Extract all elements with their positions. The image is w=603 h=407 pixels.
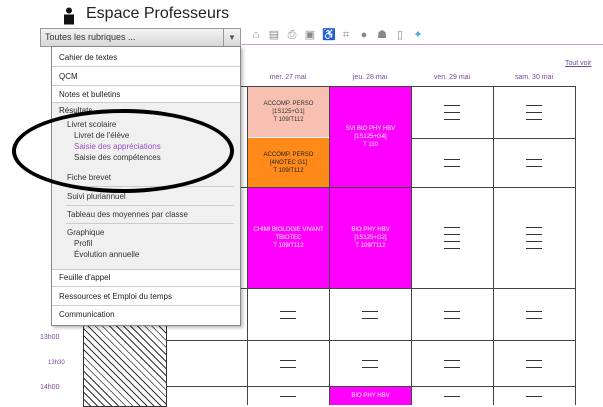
menu-separator xyxy=(52,66,240,67)
empty-slot[interactable] xyxy=(411,341,493,386)
unavailable-hatch xyxy=(83,325,167,407)
grid-line xyxy=(575,86,576,405)
menu-item-graphique[interactable]: Graphique xyxy=(67,228,104,237)
help-icon[interactable]: ● xyxy=(358,29,370,42)
day-header: ven. 29 mai xyxy=(433,74,471,81)
empty-slot[interactable] xyxy=(247,341,329,386)
course-slot[interactable]: BIO PHY HBV [1S125+G2] T 109/T112 xyxy=(330,188,411,288)
day-header: mer. 27 mai xyxy=(269,74,307,81)
course-slot[interactable]: ACCOMP. PERSO [4NOTEC G1] T 109/T112 xyxy=(248,138,329,187)
calendar-icon[interactable]: ▤ xyxy=(268,29,280,42)
empty-slot[interactable] xyxy=(329,341,411,386)
empty-slot[interactable] xyxy=(493,341,575,386)
slot-line: ACCOMP. PERSO xyxy=(263,151,314,158)
menu-item-notes[interactable]: Notes et bulletins xyxy=(59,90,120,99)
empty-slot[interactable] xyxy=(247,387,329,405)
menu-separator xyxy=(52,305,240,306)
menu-item-feuille-appel[interactable]: Feuille d'appel xyxy=(59,273,110,282)
slot-line: [1S125+G2] xyxy=(354,235,387,241)
people-icon[interactable]: ☗ xyxy=(376,29,388,42)
menu-item-communication[interactable]: Communication xyxy=(59,310,115,319)
slot-line: T 110 xyxy=(363,142,378,148)
menu-item-tableau[interactable]: Tableau des moyennes par classe xyxy=(67,210,188,219)
slot-line: T 109/T112 xyxy=(273,117,304,123)
course-slot[interactable]: ACCOMP. PERSO [1S125+G1] T 109/T112 xyxy=(248,87,329,137)
home-icon[interactable]: ⌂ xyxy=(250,29,262,42)
menu-item-profil[interactable]: Profil xyxy=(74,239,92,248)
highlight-ellipse xyxy=(12,109,234,193)
accessibility-icon[interactable]: ♿ xyxy=(322,29,336,42)
menu-item-qcm[interactable]: QCM xyxy=(59,72,78,81)
day-header: sam. 30 mai xyxy=(514,74,554,81)
slot-line: BIO PHY HBV xyxy=(351,227,390,233)
slot-line: TBIOTEC xyxy=(275,235,302,241)
header-divider xyxy=(240,44,603,45)
document-icon[interactable]: ▣ xyxy=(304,29,316,42)
empty-slot[interactable] xyxy=(329,289,411,340)
empty-slot[interactable] xyxy=(411,188,493,288)
empty-slot[interactable] xyxy=(411,138,493,187)
app-title: Espace Professeurs xyxy=(86,5,230,22)
time-label: 13h30 xyxy=(48,360,65,366)
menu-separator xyxy=(66,223,234,224)
course-slot[interactable]: BIO PHY HBV xyxy=(330,387,411,405)
print-icon[interactable]: ⎙ xyxy=(286,29,298,42)
slot-line: BIO PHY HBV xyxy=(351,393,390,399)
slot-line: T 109/T112 xyxy=(355,243,386,249)
slot-line: CHIMI BIOLOGIE VIVANT xyxy=(253,227,324,233)
day-header: jeu. 28 mai xyxy=(352,74,388,81)
chevron-down-icon[interactable]: ▼ xyxy=(223,29,240,46)
menu-item-ressources[interactable]: Ressources et Emploi du temps xyxy=(59,292,172,301)
menu-item-cahier[interactable]: Cahier de textes xyxy=(59,53,117,62)
slot-line: [1S125+G1] xyxy=(272,109,305,115)
time-label: 14h00 xyxy=(40,384,60,391)
menu-separator xyxy=(52,286,240,287)
rubriques-dropdown[interactable]: Toutes les rubriques ... ▼ xyxy=(40,28,241,47)
menu-separator xyxy=(52,85,240,86)
empty-slot[interactable] xyxy=(411,87,493,138)
time-label: 13h00 xyxy=(40,334,60,341)
slot-line: T 109/T112 xyxy=(273,243,304,249)
empty-slot[interactable] xyxy=(411,289,493,340)
crop-icon[interactable]: ⌗ xyxy=(340,29,352,42)
slot-line: [1S125+G4] xyxy=(354,134,387,140)
empty-slot[interactable] xyxy=(493,87,575,138)
slot-line: SVI BIO PHY HBV xyxy=(345,126,396,132)
rubriques-dropdown-label: Toutes les rubriques ... xyxy=(45,32,136,42)
course-slot[interactable]: SVI BIO PHY HBV [1S125+G4] T 110 xyxy=(330,87,411,187)
empty-slot[interactable] xyxy=(411,387,493,405)
menu-item-suivi[interactable]: Suivi pluriannuel xyxy=(67,192,126,201)
course-slot[interactable]: CHIMI BIOLOGIE VIVANT TBIOTEC T 109/T112 xyxy=(248,188,329,288)
toolbar: ⌂ ▤ ⎙ ▣ ♿ ⌗ ● ☗ ▯ ✦ xyxy=(250,29,424,45)
notepad-icon[interactable]: ▯ xyxy=(394,29,406,42)
slot-line: [4NOTEC G1] xyxy=(269,159,308,166)
slot-line: T 109/T112 xyxy=(273,167,304,174)
empty-slot[interactable] xyxy=(493,289,575,340)
slot-line: ACCOMP. PERSO xyxy=(263,101,314,107)
empty-slot[interactable] xyxy=(493,138,575,187)
empty-slot[interactable] xyxy=(493,188,575,288)
twitter-icon[interactable]: ✦ xyxy=(412,29,424,42)
menu-separator xyxy=(66,205,234,206)
menu-item-evolution[interactable]: Évolution annuelle xyxy=(74,250,139,259)
menu-separator xyxy=(52,269,240,270)
person-icon xyxy=(62,7,76,25)
empty-slot[interactable] xyxy=(247,289,329,340)
tout-voir-link[interactable]: Tout voir xyxy=(565,60,591,67)
empty-slot[interactable] xyxy=(493,387,575,405)
